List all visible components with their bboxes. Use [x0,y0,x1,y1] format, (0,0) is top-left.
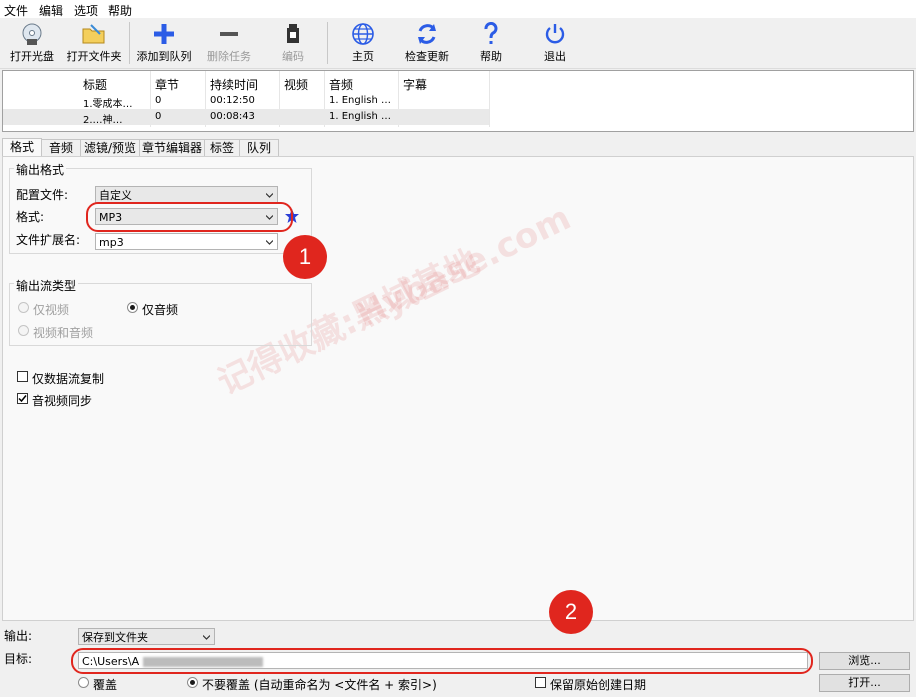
cell-audio: 1. English … [329,111,392,122]
menu-file[interactable]: 文件 [4,2,28,19]
keep-date-label: 保留原始创建日期 [550,678,647,692]
header-audio[interactable]: 音频 [329,76,353,93]
add-to-queue-button[interactable]: 添加到队列 [132,20,196,66]
plus-icon [154,24,174,44]
menu-edit[interactable]: 编辑 [39,2,63,19]
help-button[interactable]: 帮助 [459,20,523,66]
delete-task-button[interactable]: 删除任务 [197,20,261,66]
audio-only-label: 仅音频 [142,303,179,317]
title-list[interactable]: 标题 章节 持续时间 视频 音频 字幕 1.零成本… 0 00:12:50 1.… [2,70,914,132]
keep-date-checkbox[interactable] [535,677,546,688]
video-only-radio[interactable] [18,302,29,313]
highlight-ring-target [71,648,813,674]
stream-copy-checkbox[interactable] [17,371,28,382]
encode-icon [287,24,299,43]
open-button[interactable]: 打开... [819,674,910,692]
audio-only-radio[interactable] [127,302,138,313]
encode-button[interactable]: 编码 [261,20,325,66]
av-sync-label: 音视频同步 [32,394,93,408]
globe-icon [352,23,374,45]
av-sync-checkbox[interactable] [17,393,28,404]
annotation-badge-2: 2 [549,590,593,634]
checkmark-icon [18,395,27,403]
overwrite-radio[interactable] [78,677,89,688]
video-only-label: 仅视频 [33,303,70,317]
toolbar-separator [129,22,130,64]
header-video[interactable]: 视频 [284,76,308,93]
format-label: 格式: [16,210,45,224]
cell-chapter: 0 [155,95,162,106]
overwrite-label: 覆盖 [93,678,118,692]
chevron-down-icon [266,193,273,198]
tab-audio[interactable]: 音频 [41,139,81,157]
cell-duration: 00:08:43 [210,111,255,122]
no-overwrite-radio[interactable] [187,677,198,688]
profile-select[interactable]: 自定义 [95,186,278,203]
extension-label: 文件扩展名: [16,233,81,247]
header-chapter[interactable]: 章节 [155,76,179,93]
table-row[interactable]: 2.…神… 0 00:08:43 1. English … [3,109,489,126]
disc-icon [22,23,42,45]
cell-audio: 1. English … [329,95,392,106]
open-disc-button[interactable]: 打开光盘 [0,20,64,66]
cell-chapter: 0 [155,111,162,122]
extension-value: mp3 [99,236,124,249]
output-label: 输出: [4,629,33,643]
cell-title: 2.…神… [83,115,123,126]
header-duration[interactable]: 持续时间 [210,76,258,93]
cell-title: 1.零成本… [83,99,133,110]
profile-label: 配置文件: [16,188,69,202]
stream-type-title: 输出流类型 [14,277,79,294]
exit-button[interactable]: 退出 [523,20,587,66]
toolbar: 打开光盘 打开文件夹 添加到队列 删除任务 编码 主页 检查更新 帮助 退出 [0,18,916,69]
video-audio-radio[interactable] [18,325,29,336]
tab-chapter-editor[interactable]: 章节编辑器 [139,139,205,157]
chevron-down-icon [203,635,210,640]
column-divider [489,71,490,127]
question-icon [484,22,498,44]
browse-button[interactable]: 浏览... [819,652,910,670]
output-value: 保存到文件夹 [82,631,148,644]
minus-icon [220,32,238,36]
folder-icon [82,24,105,44]
extension-select[interactable]: mp3 [95,233,278,250]
chevron-down-icon [266,240,273,245]
menu-options[interactable]: 选项 [74,2,98,19]
header-title[interactable]: 标题 [83,76,107,93]
open-folder-button[interactable]: 打开文件夹 [62,20,126,66]
header-subtitle[interactable]: 字幕 [403,76,427,93]
tab-format[interactable]: 格式 [2,138,42,158]
target-label: 目标: [4,652,33,666]
annotation-badge-1: 1 [283,235,327,279]
toolbar-separator [327,22,328,64]
tab-tags[interactable]: 标签 [204,139,240,157]
menu-bar: 文件 编辑 选项 帮助 [0,0,916,18]
check-update-button[interactable]: 检查更新 [395,20,459,66]
stream-copy-label: 仅数据流复制 [32,372,105,386]
refresh-icon [418,24,436,44]
no-overwrite-label: 不要覆盖 (自动重命名为 <文件名 + 索引>) [202,678,437,692]
highlight-ring-format [86,202,293,232]
cell-duration: 00:12:50 [210,95,255,106]
power-icon [545,24,565,44]
profile-value: 自定义 [99,189,132,202]
output-format-title: 输出格式 [14,161,67,178]
video-audio-label: 视频和音频 [33,326,94,340]
home-button[interactable]: 主页 [331,20,395,66]
tab-filter-preview[interactable]: 滤镜/预览 [80,139,140,157]
tab-queue[interactable]: 队列 [239,139,279,157]
table-row[interactable]: 1.零成本… 0 00:12:50 1. English … [3,93,489,110]
menu-help[interactable]: 帮助 [108,2,132,19]
output-select[interactable]: 保存到文件夹 [78,628,215,645]
